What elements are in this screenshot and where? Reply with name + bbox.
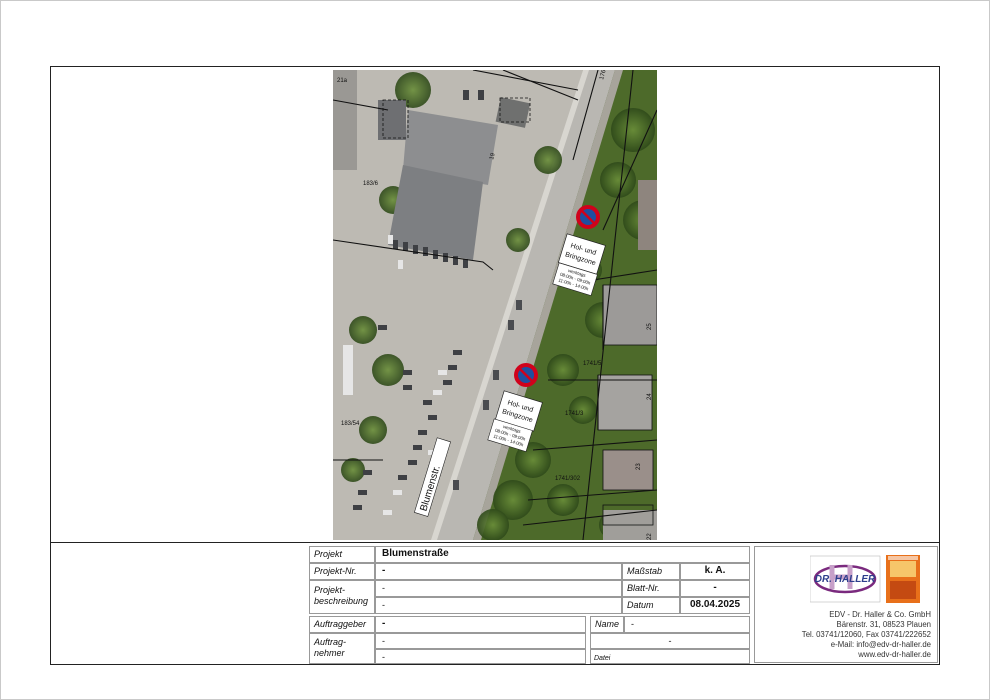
- auftragnehmer-line-1[interactable]: -: [375, 633, 586, 649]
- projekt-label: Projekt: [309, 546, 375, 563]
- auftragnehmer-label-text: Auftrag-nehmer: [314, 637, 347, 658]
- beschreibung-line-2[interactable]: -: [375, 597, 622, 614]
- parcel-label: 1741/3: [565, 411, 584, 417]
- no-stopping-sign-icon: [576, 205, 600, 229]
- blatt-nr-label: Blatt-Nr.: [622, 580, 680, 597]
- title-block: Projekt Blumenstraße Projekt-Nr. - Maßst…: [309, 546, 750, 664]
- parcel-label: 1741/302: [555, 476, 581, 482]
- auftraggeber-value[interactable]: -: [375, 616, 586, 633]
- projekt-beschreibung-label: Projekt-beschreibung: [309, 580, 375, 614]
- blatt-nr-value[interactable]: -: [680, 580, 750, 597]
- name-value[interactable]: -: [624, 616, 750, 633]
- company-street: Bärenstr. 31, 08523 Plauen: [836, 620, 932, 629]
- company-web[interactable]: www.edv-dr-haller.de: [802, 650, 931, 660]
- map-svg: 21a 19 183/54 183/6 1741/5 1741/3 1741/3…: [333, 70, 657, 540]
- company-phone: Tel. 03741/12060, Fax 03741/222652: [801, 630, 931, 639]
- aerial-map[interactable]: 21a 19 183/54 183/6 1741/5 1741/3 1741/3…: [333, 70, 657, 540]
- company-name: EDV - Dr. Haller & Co. GmbH: [829, 610, 931, 619]
- company-info-box: DR. HALLER EDV - Dr. Haller & Co. GmbH B…: [754, 546, 938, 663]
- datei-label: Datei: [590, 649, 750, 664]
- name-label: Name: [590, 616, 624, 633]
- projekt-nr-label: Projekt-Nr.: [309, 563, 375, 580]
- parcel-label: 1741/5: [583, 361, 602, 367]
- parcel-label: 183/54: [341, 421, 360, 427]
- title-block-divider: [50, 542, 940, 543]
- massstab-value[interactable]: k. A.: [680, 563, 750, 580]
- house-number-label: 22: [647, 533, 653, 540]
- logo-text: DR. HALLER: [815, 574, 876, 585]
- massstab-label: Maßstab: [622, 563, 680, 580]
- no-stopping-sign-icon: [514, 363, 538, 387]
- projekt-beschreibung-label-text: Projekt-beschreibung: [314, 585, 369, 606]
- company-address: EDV - Dr. Haller & Co. GmbH Bärenstr. 31…: [802, 610, 931, 660]
- parcel-label: 21a: [337, 78, 348, 84]
- datum-label: Datum: [622, 597, 680, 614]
- projekt-nr-value[interactable]: -: [375, 563, 622, 580]
- parcel-label: 183/6: [363, 181, 379, 187]
- datum-value[interactable]: 08.04.2025: [680, 597, 750, 614]
- company-logo: DR. HALLER: [810, 555, 920, 603]
- company-email[interactable]: e-Mail: info@edv-dr-haller.de: [802, 640, 931, 650]
- auftragnehmer-label: Auftrag-nehmer: [309, 633, 375, 664]
- auftragnehmer-line-2[interactable]: -: [375, 649, 586, 664]
- projekt-value[interactable]: Blumenstraße: [375, 546, 750, 563]
- house-number-label: 24: [647, 393, 653, 400]
- name-line-2[interactable]: -: [590, 633, 750, 649]
- house-number-label: 25: [647, 323, 653, 330]
- house-number-label: 23: [636, 463, 642, 470]
- beschreibung-line-1[interactable]: -: [375, 580, 622, 597]
- auftraggeber-label: Auftraggeber: [309, 616, 375, 633]
